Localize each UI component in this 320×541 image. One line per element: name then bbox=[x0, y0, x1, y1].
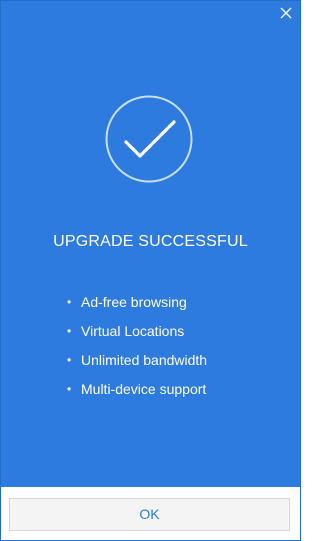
bullet: • bbox=[67, 382, 72, 396]
feature-list: • Ad-free browsing • Virtual Locations •… bbox=[67, 292, 207, 408]
feature-label: Virtual Locations bbox=[81, 323, 185, 339]
success-panel: UPGRADE SUCCESSFUL • Ad-free browsing • … bbox=[1, 1, 300, 487]
upgrade-success-dialog: UPGRADE SUCCESSFUL • Ad-free browsing • … bbox=[0, 0, 301, 541]
feature-item: • Virtual Locations bbox=[67, 321, 207, 350]
close-icon bbox=[280, 7, 292, 19]
feature-item: • Unlimited bandwidth bbox=[67, 350, 207, 379]
feature-item: • Multi-device support bbox=[67, 379, 207, 408]
feature-item: • Ad-free browsing bbox=[67, 292, 207, 321]
feature-label: Multi-device support bbox=[81, 381, 207, 397]
bullet: • bbox=[67, 353, 72, 367]
bullet: • bbox=[67, 295, 72, 309]
feature-label: Ad-free browsing bbox=[81, 294, 187, 310]
checkmark-circle-icon bbox=[105, 95, 193, 183]
success-title: UPGRADE SUCCESSFUL bbox=[53, 233, 248, 250]
dialog-footer: OK bbox=[1, 487, 300, 540]
feature-label: Unlimited bandwidth bbox=[81, 352, 208, 368]
bullet: • bbox=[67, 324, 72, 338]
close-button[interactable] bbox=[278, 5, 294, 21]
ok-button[interactable]: OK bbox=[9, 498, 290, 531]
